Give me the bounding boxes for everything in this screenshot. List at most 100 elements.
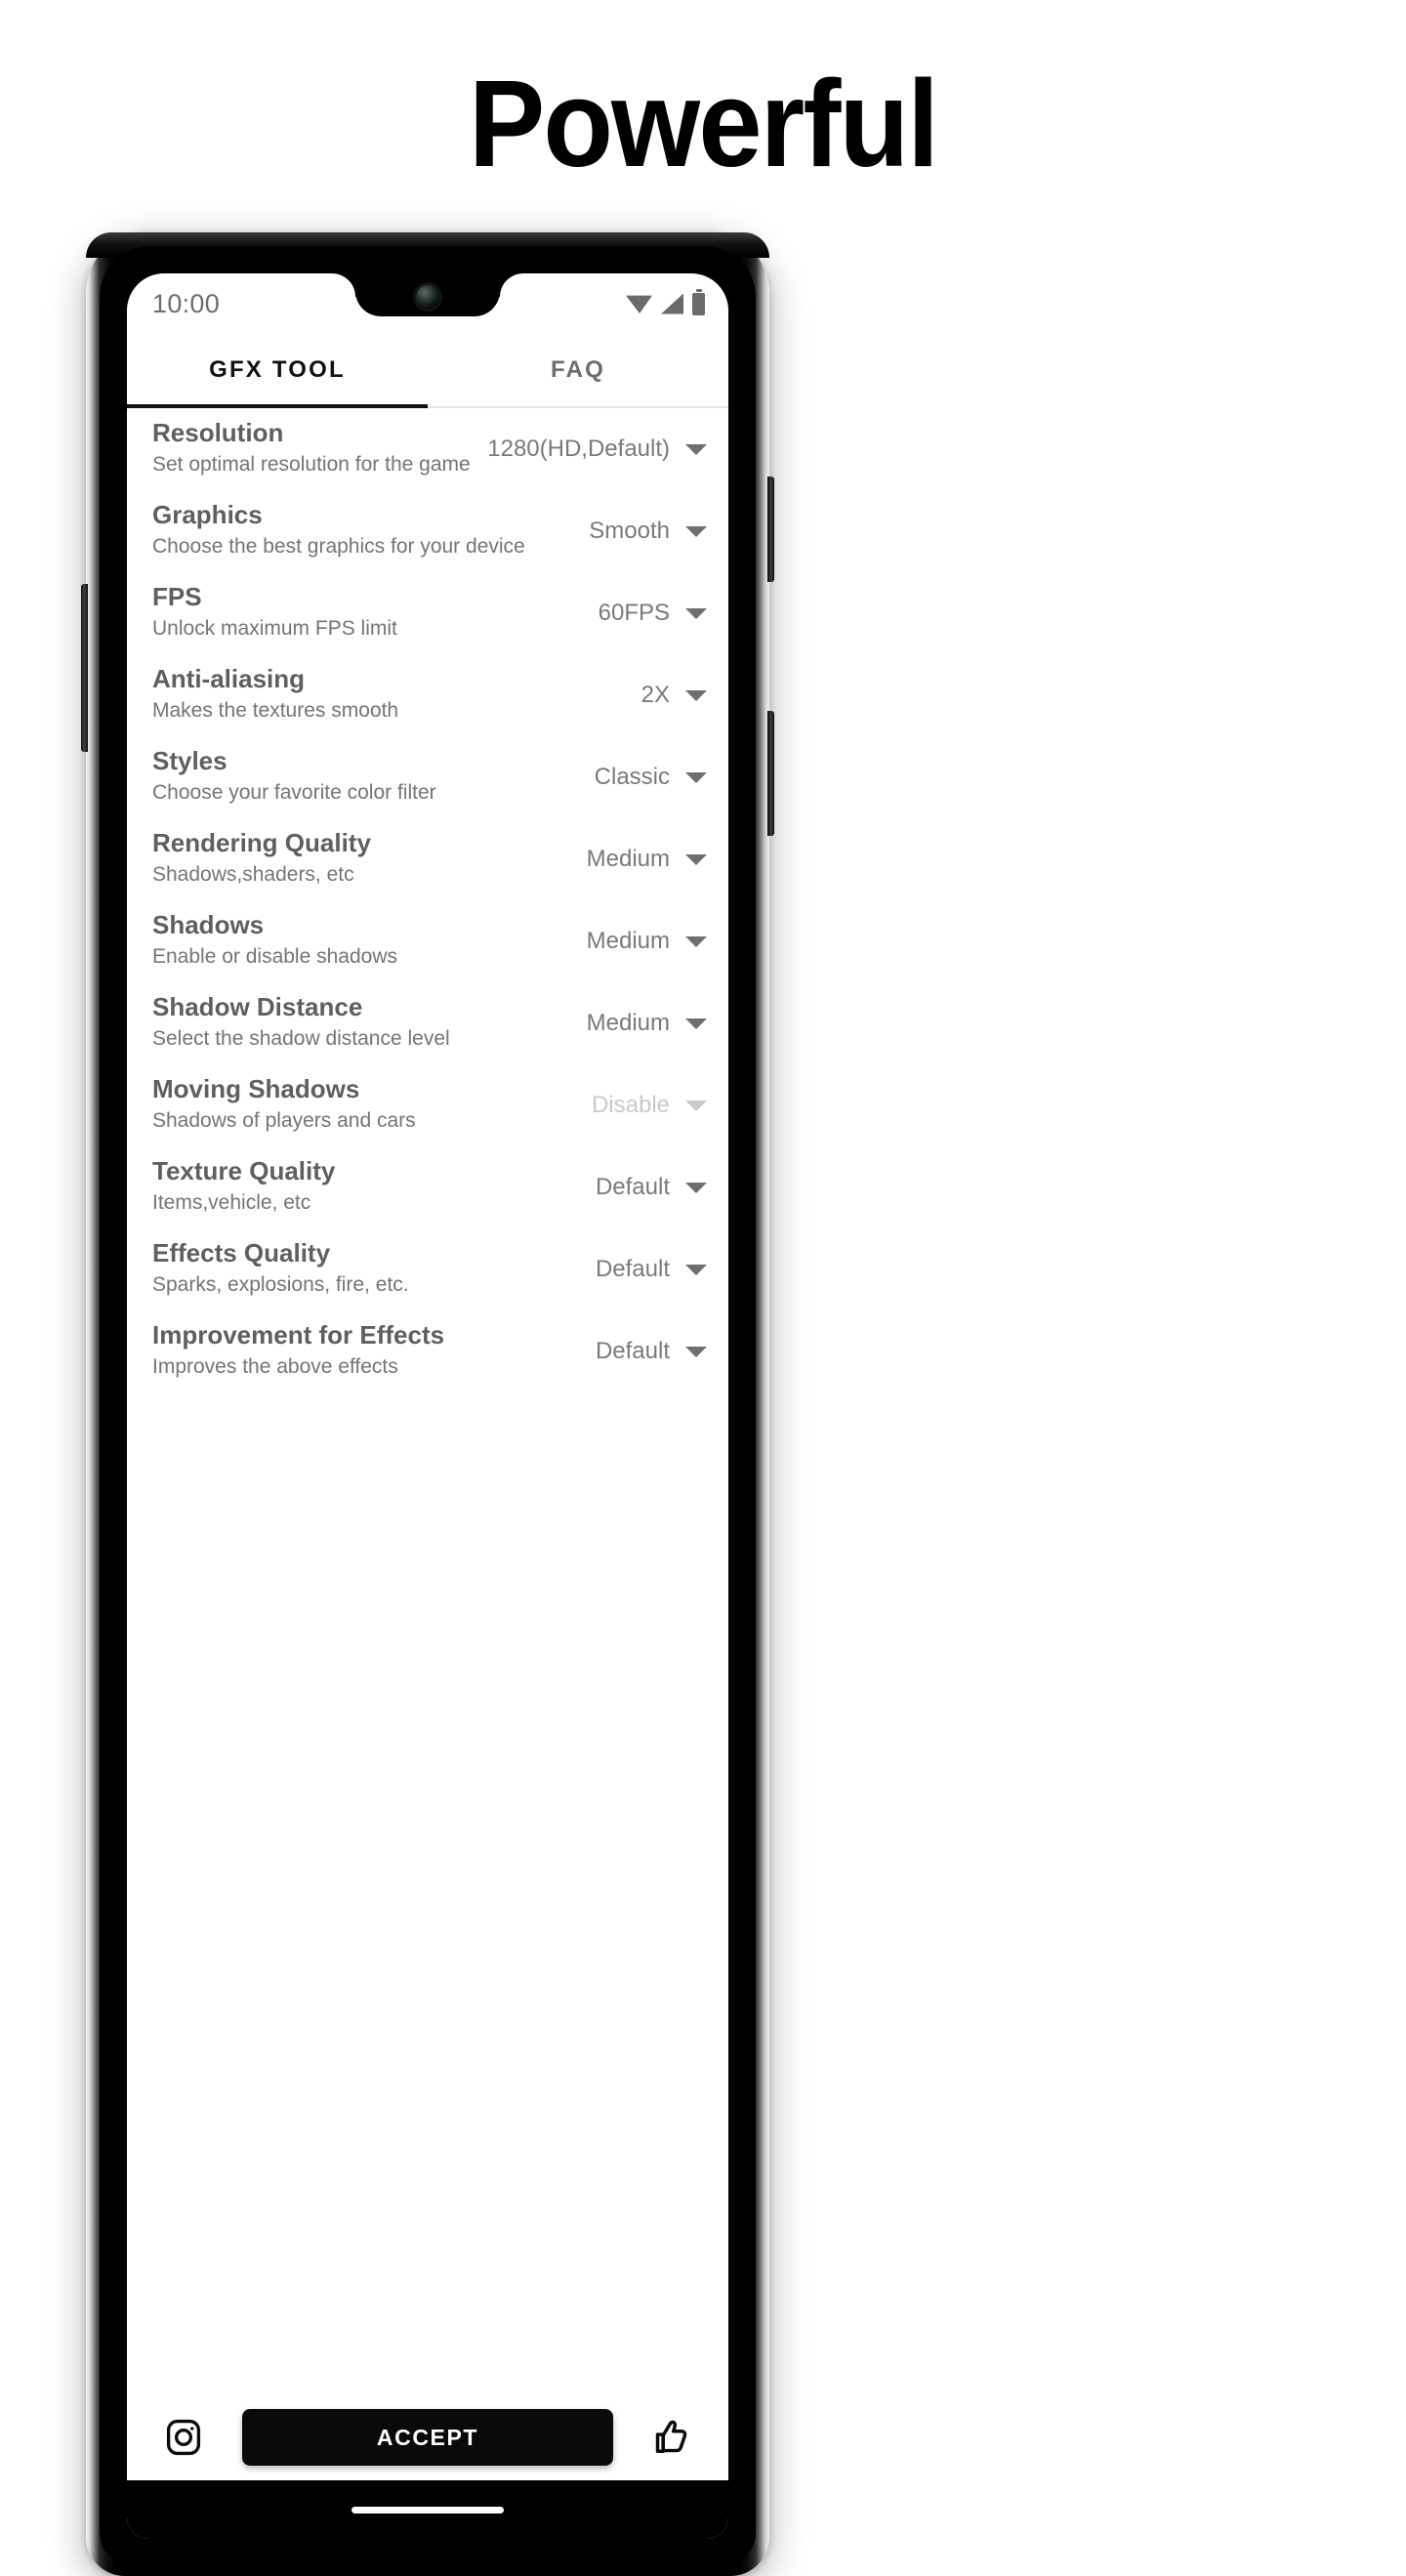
setting-row-styles[interactable]: Styles Choose your favorite color filter… <box>127 736 728 818</box>
phone-screen: 10:00 GFX TOOL FAQ Resolution Set optima… <box>127 273 728 2539</box>
setting-dropdown[interactable]: 60FPS <box>585 600 707 627</box>
cellular-signal-icon <box>661 293 683 314</box>
bottom-action-bar: ACCEPT <box>127 2394 728 2480</box>
setting-row-texts: FPS Unlock maximum FPS limit <box>152 582 585 643</box>
tab-bar: GFX TOOL FAQ <box>127 334 728 408</box>
power-button[interactable] <box>767 477 774 582</box>
setting-value: Medium <box>586 928 670 954</box>
tab-faq[interactable]: FAQ <box>428 334 728 406</box>
setting-title: Shadow Distance <box>152 992 363 1022</box>
setting-dropdown[interactable]: Medium <box>573 928 707 955</box>
setting-subtitle: Items,vehicle, etc <box>152 1191 311 1215</box>
setting-row-texture-quality[interactable]: Texture Quality Items,vehicle, etc Defau… <box>127 1146 728 1228</box>
chevron-down-icon <box>685 935 707 947</box>
setting-row-graphics[interactable]: Graphics Choose the best graphics for yo… <box>127 490 728 572</box>
setting-dropdown[interactable]: Smooth <box>575 518 707 545</box>
setting-subtitle: Makes the textures smooth <box>152 699 399 723</box>
battery-icon <box>692 292 705 315</box>
setting-dropdown[interactable]: Default <box>582 1256 707 1283</box>
tab-faq-label: FAQ <box>551 356 605 383</box>
settings-list[interactable]: Resolution Set optimal resolution for th… <box>127 408 728 2394</box>
setting-row-texts: Graphics Choose the best graphics for yo… <box>152 500 575 561</box>
setting-dropdown[interactable]: Default <box>582 1174 707 1201</box>
setting-title: Rendering Quality <box>152 828 371 858</box>
setting-title: Graphics <box>152 500 263 530</box>
setting-title: FPS <box>152 582 202 612</box>
gesture-pill[interactable] <box>352 2506 504 2514</box>
chevron-down-icon <box>685 443 707 455</box>
setting-subtitle: Set optimal resolution for the game <box>152 453 471 477</box>
volume-button[interactable] <box>767 711 774 836</box>
setting-title: Improvement for Effects <box>152 1320 445 1350</box>
setting-subtitle: Sparks, explosions, fire, etc. <box>152 1273 409 1297</box>
setting-value: Classic <box>594 764 670 790</box>
setting-row-resolution[interactable]: Resolution Set optimal resolution for th… <box>127 408 728 490</box>
setting-value: Default <box>595 1174 670 1200</box>
setting-row-anti-aliasing[interactable]: Anti-aliasing Makes the textures smooth … <box>127 654 728 736</box>
setting-row-improvement-for-effects[interactable]: Improvement for Effects Improves the abo… <box>127 1310 728 1392</box>
setting-subtitle: Shadows of players and cars <box>152 1109 416 1133</box>
setting-row-texts: Rendering Quality Shadows,shaders, etc <box>152 828 573 889</box>
setting-row-texts: Improvement for Effects Improves the abo… <box>152 1320 582 1381</box>
chevron-down-icon <box>685 1264 707 1275</box>
setting-value: Default <box>595 1338 670 1364</box>
setting-dropdown[interactable]: Default <box>582 1338 707 1365</box>
setting-title: Texture Quality <box>152 1156 336 1186</box>
phone-device: 10:00 GFX TOOL FAQ Resolution Set optima… <box>81 232 774 2576</box>
setting-dropdown[interactable]: Medium <box>573 846 707 873</box>
setting-subtitle: Choose the best graphics for your device <box>152 535 525 559</box>
setting-value: Medium <box>586 1010 670 1036</box>
setting-dropdown[interactable]: Disable <box>578 1092 707 1119</box>
tab-gfx-tool[interactable]: GFX TOOL <box>127 334 428 408</box>
setting-value: Disable <box>591 1092 670 1118</box>
setting-value: 1280(HD,Default) <box>487 436 670 462</box>
android-nav-bar <box>127 2480 728 2539</box>
status-icon-group <box>626 292 705 315</box>
setting-title: Effects Quality <box>152 1238 331 1268</box>
setting-row-texts: Styles Choose your favorite color filter <box>152 746 581 807</box>
setting-value: Default <box>595 1256 670 1282</box>
setting-row-texts: Moving Shadows Shadows of players and ca… <box>152 1074 578 1135</box>
setting-row-texts: Anti-aliasing Makes the textures smooth <box>152 664 628 725</box>
instagram-icon <box>166 2419 201 2456</box>
setting-row-fps[interactable]: FPS Unlock maximum FPS limit 60FPS <box>127 572 728 654</box>
setting-subtitle: Unlock maximum FPS limit <box>152 617 397 641</box>
setting-title: Styles <box>152 746 227 776</box>
setting-row-shadow-distance[interactable]: Shadow Distance Select the shadow distan… <box>127 982 728 1064</box>
setting-subtitle: Enable or disable shadows <box>152 945 397 969</box>
setting-row-moving-shadows[interactable]: Moving Shadows Shadows of players and ca… <box>127 1064 728 1146</box>
left-side-button[interactable] <box>81 584 88 752</box>
setting-value: 2X <box>641 682 670 708</box>
instagram-button[interactable] <box>158 2412 209 2463</box>
setting-row-effects-quality[interactable]: Effects Quality Sparks, explosions, fire… <box>127 1228 728 1310</box>
thumbs-up-icon <box>655 2420 687 2454</box>
setting-dropdown[interactable]: 2X <box>628 682 707 709</box>
setting-row-texts: Effects Quality Sparks, explosions, fire… <box>152 1238 582 1299</box>
device-bezel: 10:00 GFX TOOL FAQ Resolution Set optima… <box>100 246 756 2564</box>
chevron-down-icon <box>685 1182 707 1193</box>
like-button[interactable] <box>646 2412 697 2463</box>
setting-title: Shadows <box>152 910 265 940</box>
setting-value: Smooth <box>589 518 670 544</box>
chevron-down-icon <box>685 771 707 783</box>
chevron-down-icon <box>685 1346 707 1357</box>
setting-subtitle: Select the shadow distance level <box>152 1027 450 1051</box>
accept-button[interactable]: ACCEPT <box>242 2409 613 2466</box>
setting-dropdown[interactable]: Classic <box>581 764 707 791</box>
setting-dropdown[interactable]: 1280(HD,Default) <box>474 436 707 463</box>
setting-row-shadows[interactable]: Shadows Enable or disable shadows Medium <box>127 900 728 982</box>
tab-gfx-tool-label: GFX TOOL <box>209 356 346 383</box>
status-bar: 10:00 <box>127 273 728 334</box>
setting-row-texts: Shadows Enable or disable shadows <box>152 910 573 971</box>
wifi-icon <box>626 295 652 313</box>
setting-title: Moving Shadows <box>152 1074 360 1104</box>
status-clock: 10:00 <box>152 288 221 318</box>
setting-row-texts: Shadow Distance Select the shadow distan… <box>152 992 573 1053</box>
setting-row-rendering-quality[interactable]: Rendering Quality Shadows,shaders, etc M… <box>127 818 728 900</box>
setting-dropdown[interactable]: Medium <box>573 1010 707 1037</box>
chevron-down-icon <box>685 525 707 537</box>
setting-title: Anti-aliasing <box>152 664 306 694</box>
chevron-down-icon <box>685 1100 707 1111</box>
chevron-down-icon <box>685 689 707 701</box>
chevron-down-icon <box>685 853 707 865</box>
